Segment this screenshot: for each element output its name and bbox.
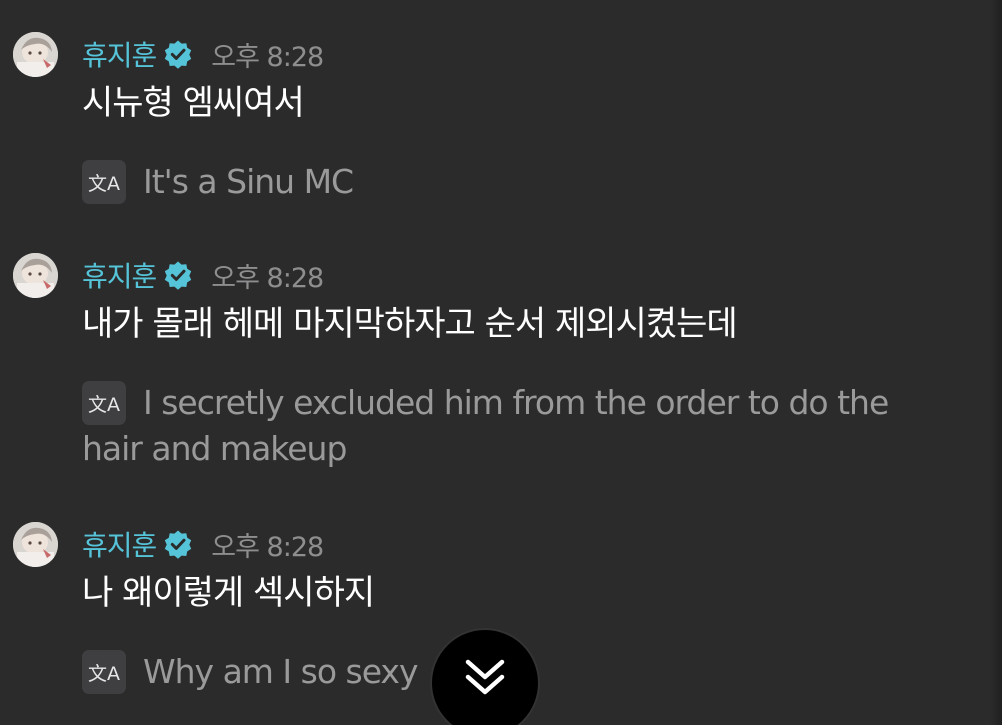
avatar[interactable] — [13, 253, 58, 298]
timestamp: 오후 8:28 — [211, 262, 324, 294]
timestamp: 오후 8:28 — [211, 531, 324, 563]
verified-badge-icon — [163, 260, 193, 290]
message-header: 휴지훈 오후 8:28 — [82, 524, 324, 564]
sender-name[interactable]: 휴지훈 — [82, 255, 157, 295]
message-text: 시뉴형 엠씨여서 — [82, 83, 305, 123]
message-text: 나 왜이렇게 섹시하지 — [82, 573, 375, 613]
translation: 文A It's a Sinu MC — [82, 160, 912, 205]
translate-icon[interactable]: 文A — [82, 650, 126, 694]
double-chevron-down-icon — [465, 659, 505, 695]
message-header: 휴지훈 오후 8:28 — [82, 34, 324, 74]
sender-name[interactable]: 휴지훈 — [82, 34, 157, 74]
avatar[interactable] — [13, 32, 58, 77]
sender-name[interactable]: 휴지훈 — [82, 524, 157, 564]
verified-badge-icon — [163, 39, 193, 69]
translation-text: It's a Sinu MC — [143, 162, 354, 201]
timestamp: 오후 8:28 — [211, 41, 324, 73]
translate-icon[interactable]: 文A — [82, 381, 126, 425]
scroll-down-button[interactable] — [430, 628, 540, 725]
message-header: 휴지훈 오후 8:28 — [82, 255, 324, 295]
translation-text: I secretly excluded him from the order t… — [82, 383, 889, 468]
message-text: 내가 몰래 헤메 마지막하자고 순서 제외시켰는데 — [82, 304, 738, 344]
avatar[interactable] — [13, 522, 58, 567]
translation: 文A I secretly excluded him from the orde… — [82, 381, 912, 472]
translate-icon[interactable]: 文A — [82, 160, 126, 204]
scrollbar-track[interactable] — [990, 0, 1002, 725]
verified-badge-icon — [163, 529, 193, 559]
chat-screen: 휴지훈 오후 8:28 시뉴형 엠씨여서 文A It's a Sinu MC 휴… — [0, 0, 1002, 725]
